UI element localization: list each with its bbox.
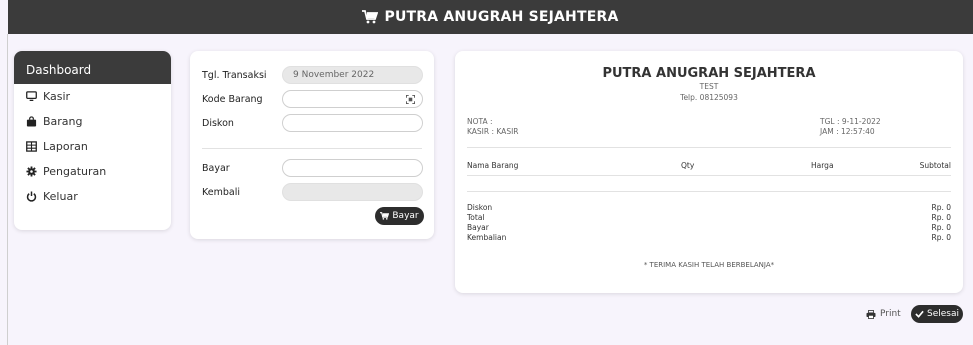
receipt-divider [467,147,951,148]
barcode-scan-icon[interactable] [406,95,415,104]
table-icon [26,141,37,152]
tgl-row: Tgl. Transaksi 9 November 2022 [202,66,423,84]
receipt-date: TGL : 9-11-2022 [820,117,881,126]
selesai-button[interactable]: Selesai [911,305,963,323]
print-button[interactable]: Print [866,307,901,321]
cart-icon [380,212,390,220]
sidebar-heading[interactable]: Dashboard [14,51,171,84]
receipt-nota: NOTA : [467,117,493,126]
sidebar-item-label: Keluar [43,190,78,203]
bayar-button-label: Bayar [392,211,419,221]
receipt-divider [467,175,951,176]
receipt-thanks: * TERIMA KASIH TELAH BERBELANJA* [643,261,775,269]
receipt-store-name: PUTRA ANUGRAH SEJAHTERA [602,66,816,81]
sidebar-item-label: Pengaturan [43,165,107,178]
kembali-row: Kembali [202,183,423,201]
receipt-phone: Telp. 08125093 [680,93,738,102]
col-nama-barang: Nama Barang [467,161,519,170]
total-value: Rp. 0 [931,213,951,222]
receipt-panel: PUTRA ANUGRAH SEJAHTERA TEST Telp. 08125… [455,51,963,293]
kembalian-value: Rp. 0 [931,233,951,242]
monitor-icon [26,91,37,101]
total-label: Total [467,213,485,222]
bayar-label: Bayar [202,162,230,174]
diskon-row: Diskon [202,114,423,132]
diskon-total-value: Rp. 0 [931,203,951,212]
sidebar-item-kasir[interactable]: Kasir [14,84,171,109]
diskon-label: Diskon [202,117,234,129]
app-title: PUTRA ANUGRAH SEJAHTERA [384,9,619,25]
cart-icon [362,10,379,24]
page-border [7,34,8,345]
sidebar-item-laporan[interactable]: Laporan [14,134,171,159]
bayar-total-label: Bayar [467,223,489,232]
sidebar: Dashboard Kasir Barang Laporan Pengatura… [14,51,171,230]
selesai-label: Selesai [927,309,959,319]
receipt-time: JAM : 12:57:40 [820,127,875,136]
sidebar-item-barang[interactable]: Barang [14,109,171,134]
printer-icon [866,309,876,319]
bag-icon [26,116,37,127]
bayar-button[interactable]: Bayar [375,207,424,225]
col-qty: Qty [681,161,695,170]
form-divider [202,148,422,149]
check-icon [915,310,924,318]
receipt-divider [467,191,951,192]
kembalian-label: Kembalian [467,233,507,242]
col-harga: Harga [811,161,834,170]
sidebar-item-label: Kasir [43,90,71,103]
col-subtotal: Subtotal [919,161,951,170]
app-header: PUTRA ANUGRAH SEJAHTERA [8,0,973,34]
sidebar-item-label: Barang [43,115,83,128]
print-label: Print [880,309,901,319]
kode-barang-input[interactable] [282,90,423,108]
bayar-input[interactable] [282,159,423,177]
kembali-label: Kembali [202,186,240,198]
power-icon [26,191,37,202]
diskon-total-label: Diskon [467,203,493,212]
receipt-sub: TEST [699,82,719,91]
bayar-row: Bayar [202,159,423,177]
gear-icon [26,166,37,177]
kode-row: Kode Barang [202,90,423,108]
bayar-total-value: Rp. 0 [931,223,951,232]
kembali-field[interactable] [282,183,423,201]
sidebar-item-keluar[interactable]: Keluar [14,184,171,209]
sidebar-item-pengaturan[interactable]: Pengaturan [14,159,171,184]
kode-label: Kode Barang [202,93,263,105]
receipt-kasir: KASIR : KASIR [467,127,519,136]
tgl-field[interactable]: 9 November 2022 [282,66,423,84]
tgl-label: Tgl. Transaksi [202,69,267,81]
sidebar-item-label: Laporan [43,140,88,153]
diskon-input[interactable] [282,114,423,132]
